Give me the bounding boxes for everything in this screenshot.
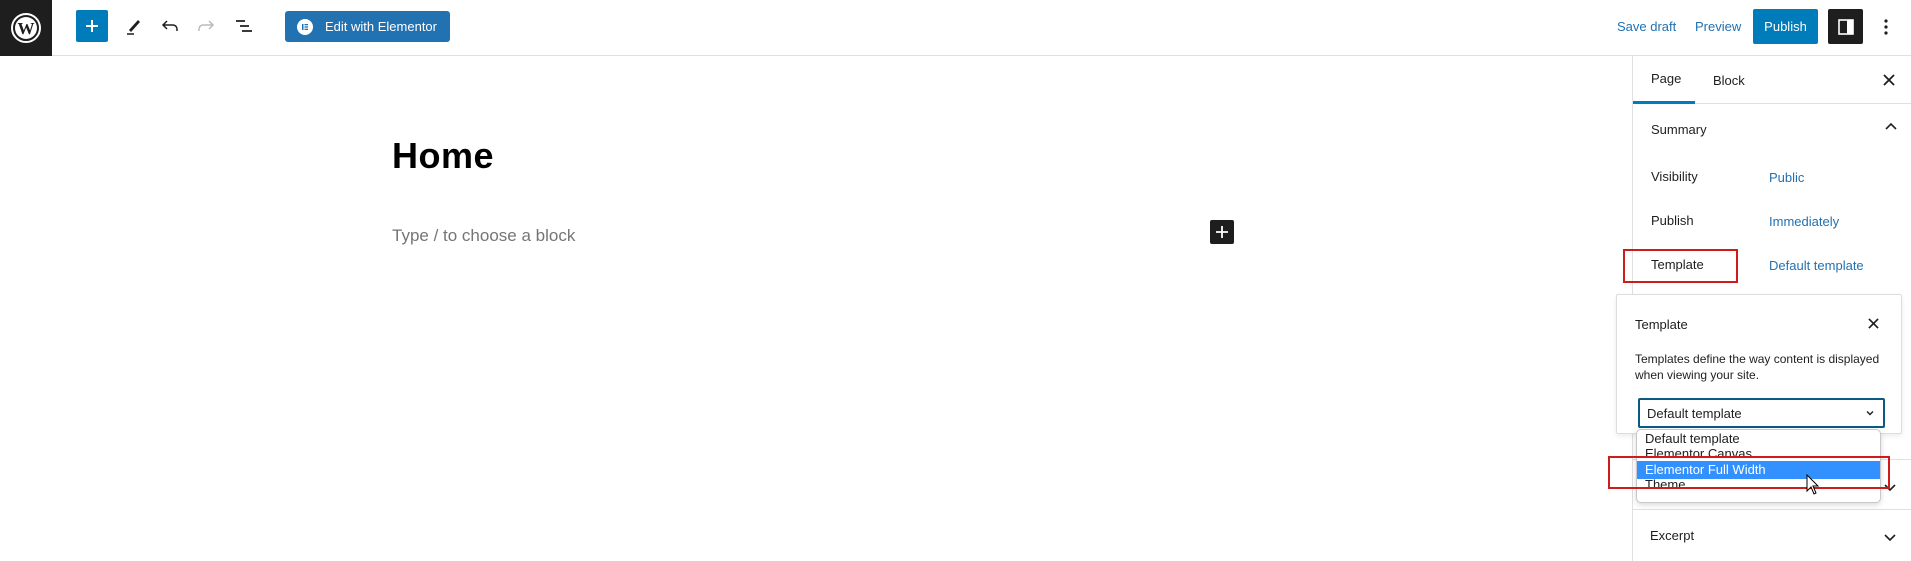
preview-button[interactable]: Preview bbox=[1695, 19, 1741, 34]
sidebar-toggle-icon bbox=[1837, 18, 1854, 35]
pencil-icon bbox=[127, 20, 140, 35]
sidebar-tabs: Page Block bbox=[1633, 56, 1911, 104]
chevron-down-icon bbox=[1884, 534, 1896, 542]
visibility-label: Visibility bbox=[1651, 169, 1698, 184]
save-draft-button[interactable]: Save draft bbox=[1617, 19, 1676, 34]
undo-icon bbox=[161, 20, 178, 31]
elementor-label: Edit with Elementor bbox=[325, 19, 437, 34]
tab-page[interactable]: Page bbox=[1633, 56, 1695, 104]
template-label-highlight bbox=[1623, 249, 1738, 283]
publish-button[interactable]: Publish bbox=[1753, 9, 1818, 44]
chevron-up-icon bbox=[1885, 122, 1897, 130]
excerpt-heading: Excerpt bbox=[1650, 528, 1695, 543]
list-view-icon bbox=[236, 20, 252, 32]
undo-button[interactable] bbox=[156, 10, 184, 42]
tools-button[interactable] bbox=[120, 10, 148, 42]
more-vertical-icon bbox=[1884, 19, 1888, 35]
wordpress-logo-icon: W bbox=[11, 13, 41, 43]
redo-button[interactable] bbox=[192, 10, 220, 42]
close-icon bbox=[1883, 74, 1895, 86]
excerpt-panel-toggle[interactable]: Excerpt bbox=[1632, 509, 1911, 561]
template-select[interactable]: Default template bbox=[1638, 398, 1885, 428]
summary-heading: Summary bbox=[1651, 121, 1707, 137]
settings-toggle-button[interactable] bbox=[1828, 9, 1863, 44]
publish-label: Publish bbox=[1651, 213, 1694, 228]
popover-title: Template bbox=[1635, 317, 1688, 332]
svg-text:W: W bbox=[18, 19, 35, 38]
edit-with-elementor-button[interactable]: Edit with Elementor bbox=[285, 11, 450, 42]
block-placeholder[interactable]: Type / to choose a block bbox=[392, 226, 575, 246]
tab-block[interactable]: Block bbox=[1713, 56, 1745, 104]
close-icon bbox=[1867, 317, 1879, 329]
mouse-cursor-icon bbox=[1806, 474, 1820, 495]
template-value-button[interactable]: Default template bbox=[1769, 258, 1864, 273]
wordpress-logo-button[interactable]: W bbox=[0, 0, 52, 56]
plus-icon bbox=[86, 20, 98, 32]
elementor-icon bbox=[297, 18, 313, 35]
plus-icon bbox=[1216, 226, 1228, 238]
redo-icon bbox=[198, 20, 215, 31]
summary-panel-toggle[interactable]: Summary bbox=[1633, 104, 1911, 154]
publish-date-button[interactable]: Immediately bbox=[1769, 214, 1839, 229]
post-title[interactable]: Home bbox=[392, 135, 494, 177]
close-sidebar-button[interactable] bbox=[1877, 68, 1901, 92]
editor-toolbar: W Edit with Elementor Save draft Preview… bbox=[0, 0, 1911, 56]
full-width-option-highlight bbox=[1608, 456, 1890, 489]
visibility-value-button[interactable]: Public bbox=[1769, 170, 1804, 185]
option-default-template[interactable]: Default template bbox=[1637, 430, 1880, 448]
template-select-value: Default template bbox=[1647, 405, 1742, 421]
list-view-button[interactable] bbox=[228, 10, 260, 42]
close-popover-button[interactable] bbox=[1863, 313, 1883, 333]
inline-block-inserter-button[interactable] bbox=[1210, 220, 1234, 244]
popover-help-text: Templates define the way content is disp… bbox=[1635, 352, 1880, 382]
options-menu-button[interactable] bbox=[1874, 12, 1898, 42]
block-inserter-button[interactable] bbox=[76, 10, 108, 42]
chevron-down-icon bbox=[1866, 411, 1874, 416]
